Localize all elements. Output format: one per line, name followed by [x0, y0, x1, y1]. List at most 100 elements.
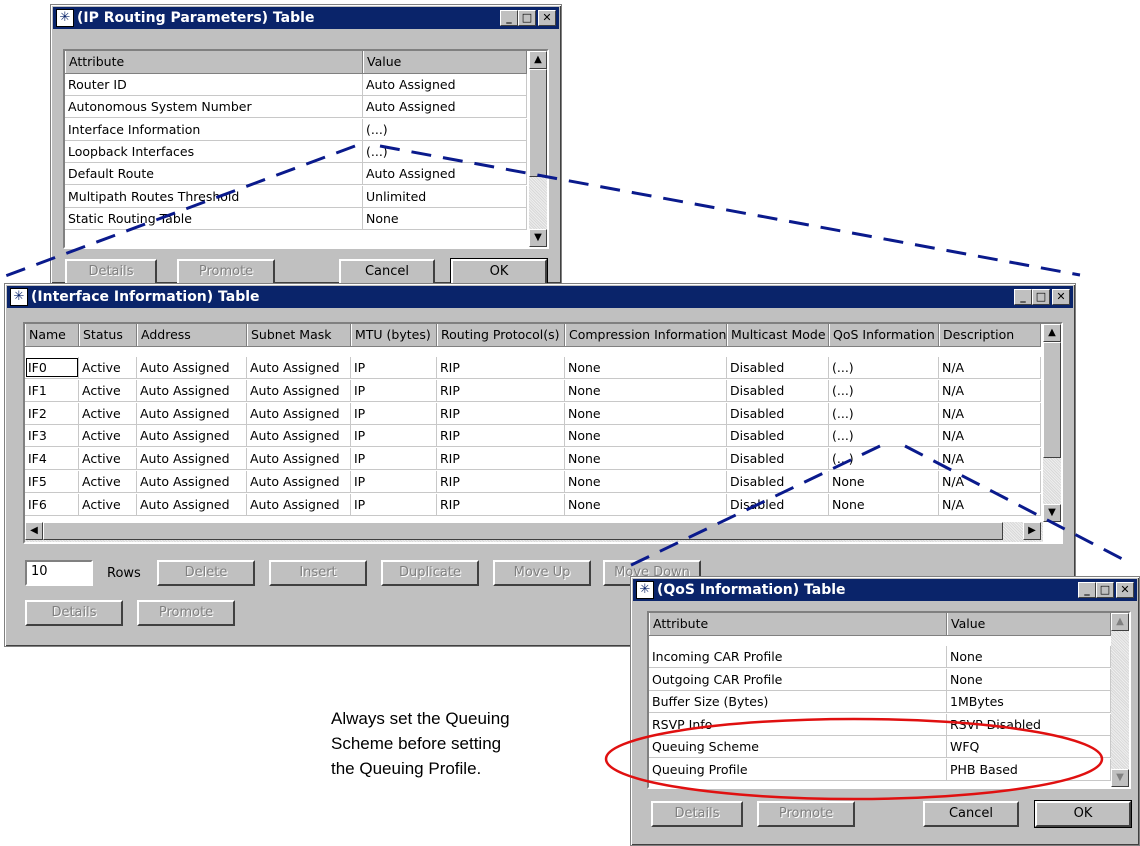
value-cell[interactable]: Auto Assigned [363, 74, 527, 95]
promote-button[interactable]: Promote [757, 801, 855, 827]
table-cell[interactable]: Auto Assigned [137, 425, 247, 447]
table-row[interactable]: Interface Information (...) [65, 118, 527, 141]
table-row[interactable]: Autonomous System Number Auto Assigned [65, 96, 527, 119]
interface-name-cell[interactable]: IF3 [25, 425, 79, 447]
table-row[interactable]: IF3 Active Auto Assigned Auto Assigned IP RIP… [25, 425, 1041, 448]
table-row[interactable]: RSVP Info RSVP Disabled [649, 713, 1111, 736]
value-cell[interactable]: Auto Assigned [363, 96, 527, 118]
table-row[interactable]: Static Routing Table None [65, 207, 527, 230]
value-cell[interactable]: PHB Based [947, 759, 1111, 780]
column-header-attribute[interactable]: Attribute [65, 51, 363, 73]
table-cell[interactable]: None [565, 357, 727, 378]
column-header[interactable]: MTU (bytes) [351, 324, 437, 346]
scroll-down-icon[interactable]: ▼ [529, 229, 547, 247]
table-cell[interactable]: Active [79, 448, 137, 470]
table-row[interactable]: IF5 Active Auto Assigned Auto Assigned IP RIP… [25, 471, 1041, 493]
interface-name-cell[interactable]: IF2 [25, 402, 79, 424]
table-cell[interactable]: (...) [829, 448, 939, 470]
table-row[interactable]: IF2 Active Auto Assigned Auto Assigned IP RIP… [25, 402, 1041, 425]
table-cell[interactable]: IP [351, 425, 437, 447]
table-cell[interactable]: RIP [437, 493, 565, 515]
table-cell[interactable]: IP [351, 493, 437, 515]
table-row[interactable]: Queuing Profile PHB Based [649, 759, 1111, 781]
table-cell[interactable]: None [565, 493, 727, 515]
column-header[interactable]: Name [25, 324, 79, 346]
minimize-icon[interactable]: _ [1078, 582, 1096, 598]
horizontal-scroll-thumb[interactable] [43, 522, 1003, 540]
column-header-attribute[interactable]: Attribute [649, 613, 947, 635]
table-row[interactable]: Default Route Auto Assigned [65, 163, 527, 186]
table-cell[interactable]: Active [79, 493, 137, 515]
details-button[interactable]: Details [651, 801, 743, 827]
interface-titlebar[interactable]: ✳ (Interface Information) Table _ □ ✕ [7, 286, 1073, 308]
value-cell[interactable]: RSVP Disabled [947, 713, 1111, 735]
close-icon[interactable]: ✕ [1116, 582, 1134, 598]
table-cell[interactable]: Active [79, 471, 137, 492]
table-cell[interactable]: Active [79, 357, 137, 378]
table-cell[interactable]: N/A [939, 357, 1041, 378]
table-cell[interactable]: (...) [829, 425, 939, 447]
column-header-value[interactable]: Value [947, 613, 1111, 635]
table-row[interactable]: IF1 Active Auto Assigned Auto Assigned IP RIP… [25, 379, 1041, 402]
interface-name-cell[interactable]: IF5 [25, 471, 79, 492]
table-cell[interactable]: N/A [939, 493, 1041, 515]
table-cell[interactable]: None [829, 493, 939, 515]
table-cell[interactable]: Active [79, 402, 137, 424]
vertical-scrollbar[interactable]: ▲ ▼ [529, 51, 547, 247]
column-header[interactable]: Routing Protocol(s) [437, 324, 565, 346]
column-header[interactable]: Multicast Mode [727, 324, 829, 346]
column-header[interactable]: Compression Information [565, 324, 727, 346]
table-cell[interactable]: N/A [939, 448, 1041, 470]
details-button[interactable]: Details [25, 600, 123, 626]
horizontal-scrollbar[interactable]: ◀ ▶ [25, 522, 1043, 542]
vertical-scrollbar[interactable]: ▲ ▼ [1111, 613, 1129, 787]
table-cell[interactable]: Auto Assigned [247, 379, 351, 401]
value-cell[interactable]: None [363, 207, 527, 229]
table-cell[interactable]: None [829, 471, 939, 492]
scroll-thumb[interactable] [529, 69, 547, 177]
cancel-button[interactable]: Cancel [339, 259, 435, 285]
table-cell[interactable]: None [565, 379, 727, 401]
interface-name-cell[interactable]: IF0 [25, 357, 79, 378]
value-cell[interactable]: None [947, 668, 1111, 690]
maximize-icon[interactable]: □ [1096, 582, 1114, 598]
table-cell[interactable]: RIP [437, 448, 565, 470]
table-cell[interactable]: Auto Assigned [247, 448, 351, 470]
table-cell[interactable]: Disabled [727, 493, 829, 515]
column-header[interactable]: Status [79, 324, 137, 346]
rows-count-input[interactable]: 10 [25, 560, 93, 586]
table-cell[interactable]: Active [79, 379, 137, 401]
interface-name-cell[interactable]: IF6 [25, 493, 79, 515]
table-row[interactable]: Multipath Routes Threshold Unlimited [65, 185, 527, 208]
table-cell[interactable]: (...) [829, 379, 939, 401]
value-cell[interactable]: 1MBytes [947, 691, 1111, 713]
table-cell[interactable]: Auto Assigned [137, 471, 247, 492]
table-cell[interactable]: None [565, 448, 727, 470]
table-cell[interactable]: Auto Assigned [247, 425, 351, 447]
table-cell[interactable]: None [565, 425, 727, 447]
table-cell[interactable]: RIP [437, 379, 565, 401]
table-cell[interactable]: N/A [939, 425, 1041, 447]
maximize-icon[interactable]: □ [1032, 289, 1050, 305]
interface-name-cell[interactable]: IF1 [25, 379, 79, 401]
table-cell[interactable]: IP [351, 448, 437, 470]
table-cell[interactable]: Auto Assigned [247, 402, 351, 424]
value-cell[interactable]: (...) [363, 140, 527, 162]
scroll-down-icon[interactable]: ▼ [1111, 769, 1129, 787]
table-cell[interactable]: IP [351, 471, 437, 492]
table-cell[interactable]: RIP [437, 402, 565, 424]
maximize-icon[interactable]: □ [518, 10, 536, 26]
qos-titlebar[interactable]: ✳ (QoS Information) Table _ □ ✕ [633, 579, 1137, 601]
table-row[interactable]: IF6 Active Auto Assigned Auto Assigned IP RIP… [25, 493, 1041, 516]
table-cell[interactable]: Auto Assigned [247, 493, 351, 515]
details-button[interactable]: Details [65, 259, 157, 285]
scroll-thumb[interactable] [1043, 342, 1061, 458]
value-cell[interactable]: (...) [363, 118, 527, 140]
minimize-icon[interactable]: _ [1014, 289, 1032, 305]
vertical-scrollbar[interactable]: ▲ ▼ [1043, 324, 1061, 522]
table-cell[interactable]: Auto Assigned [137, 493, 247, 515]
scroll-left-icon[interactable]: ◀ [25, 522, 43, 540]
table-row[interactable]: IF4 Active Auto Assigned Auto Assigned IP RIP… [25, 448, 1041, 471]
delete-button[interactable]: Delete [157, 560, 255, 586]
column-header[interactable]: Subnet Mask [247, 324, 351, 346]
